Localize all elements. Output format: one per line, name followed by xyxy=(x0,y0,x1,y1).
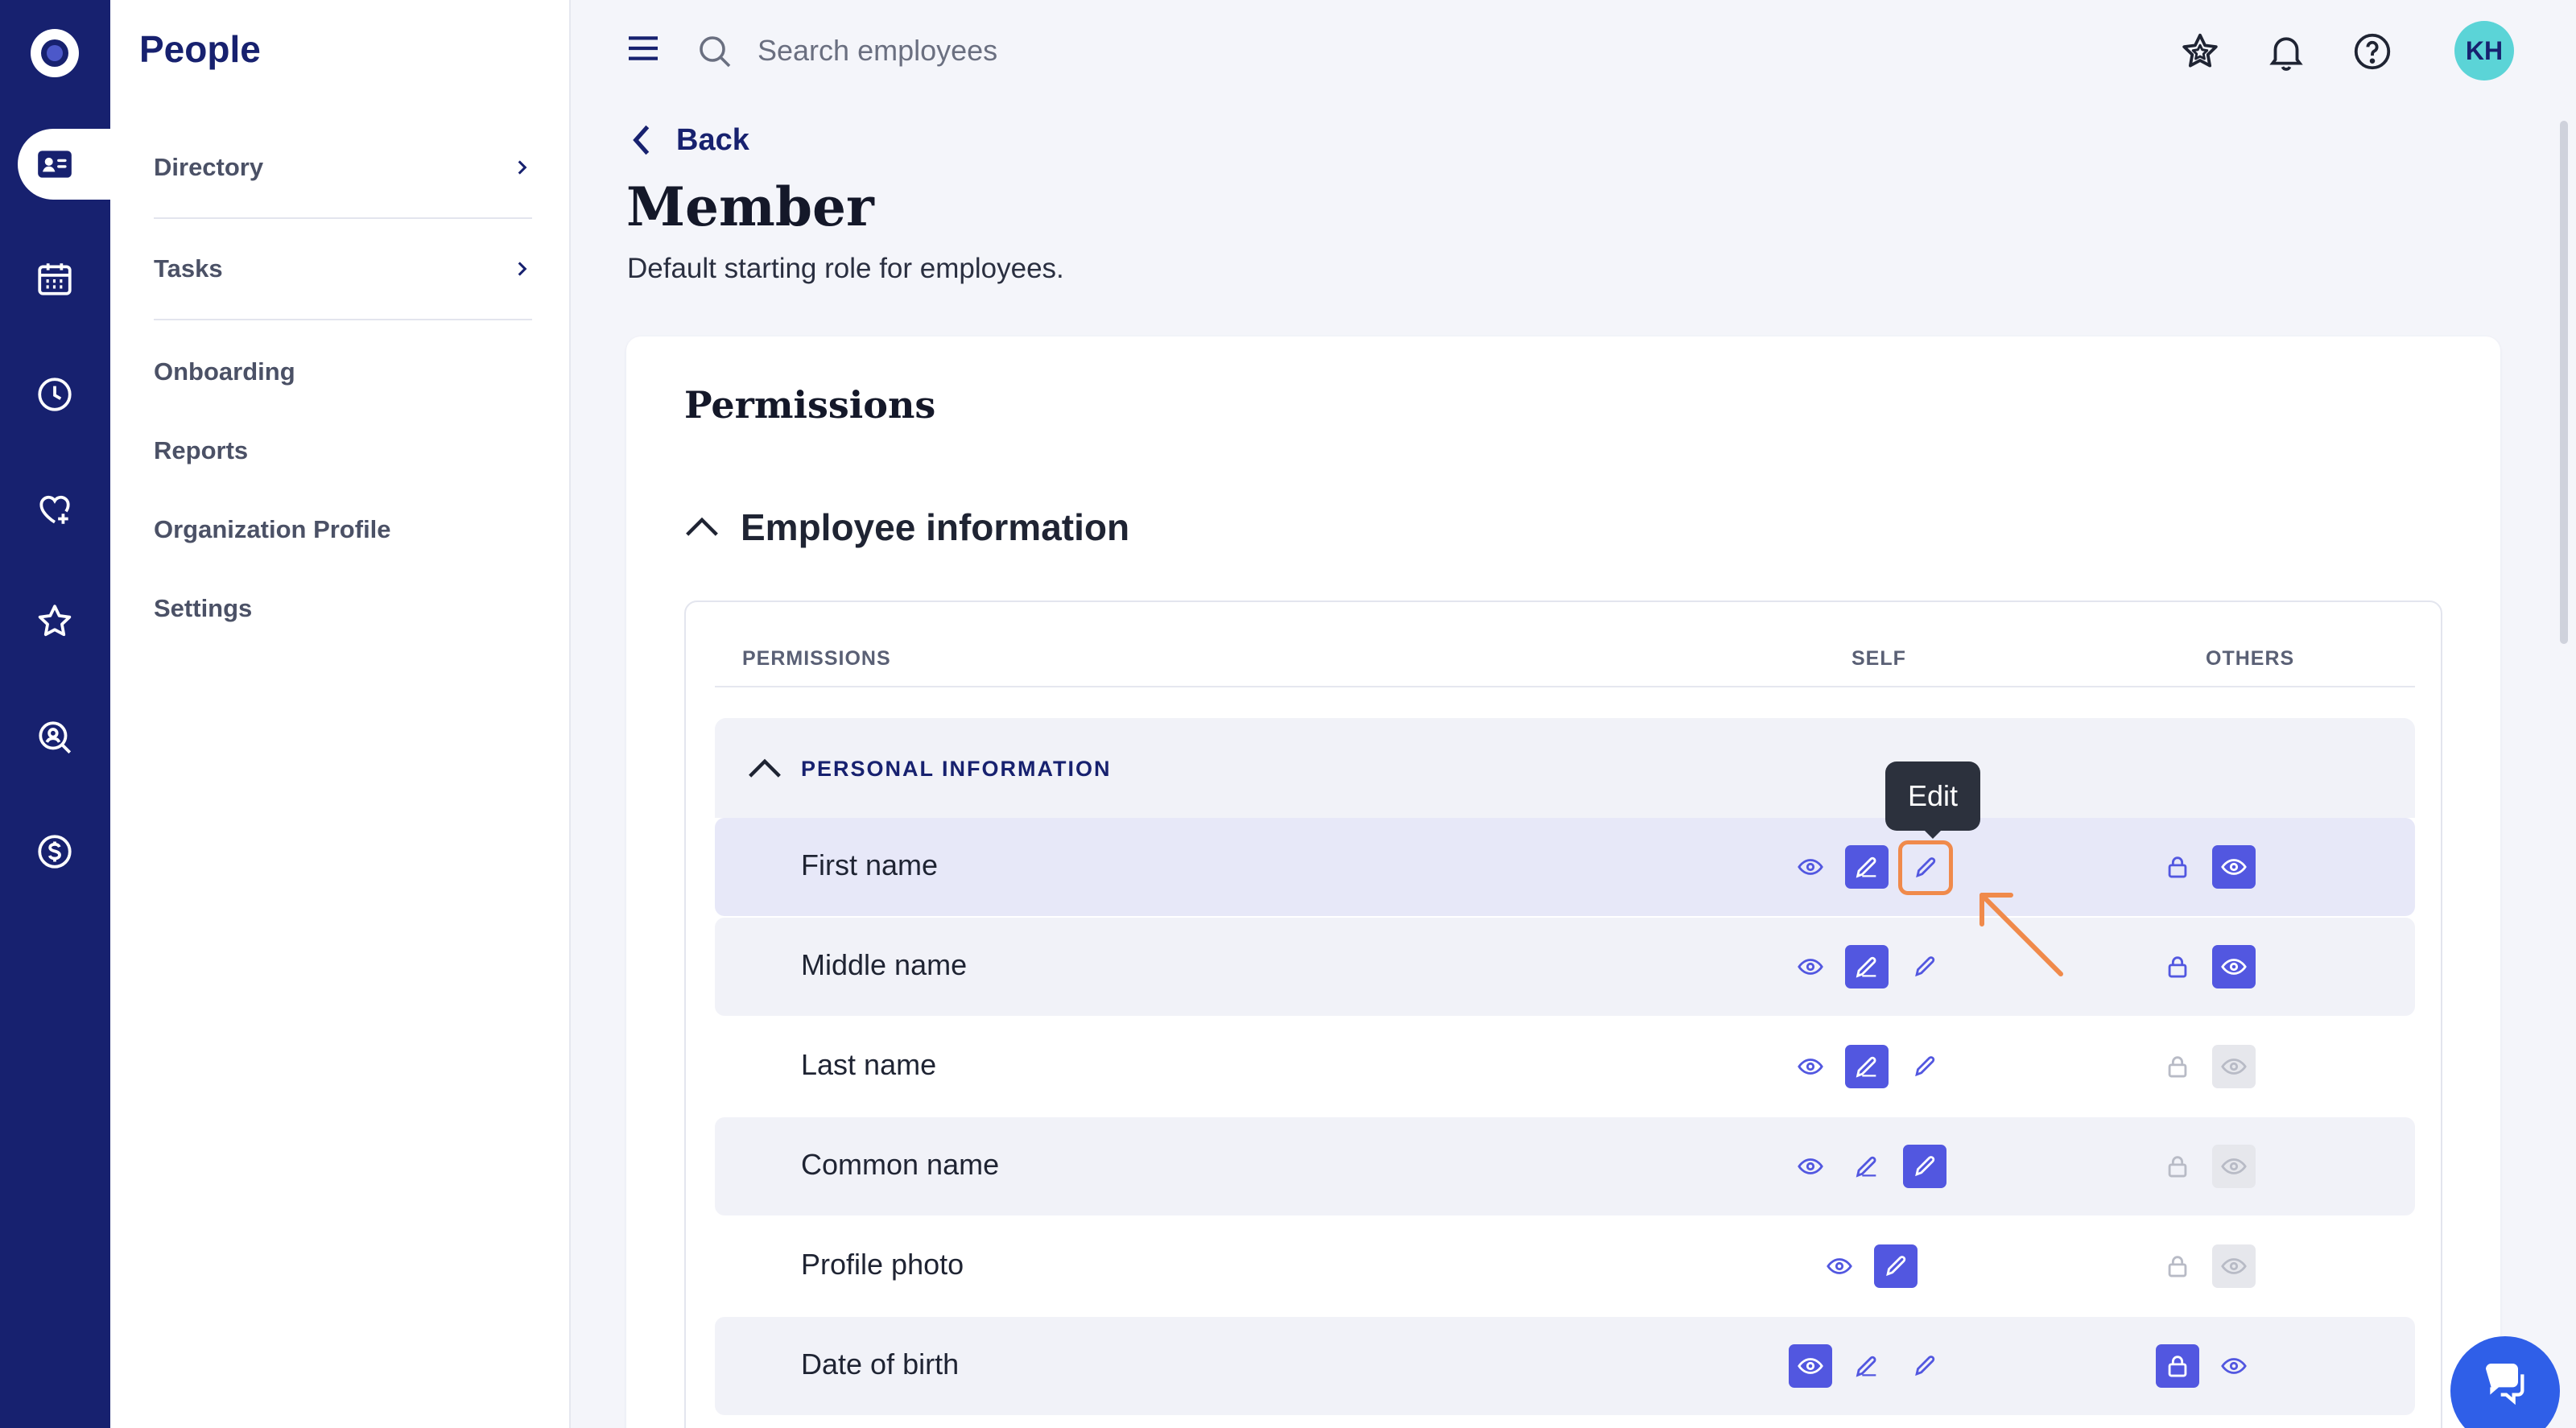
calendar-icon[interactable] xyxy=(31,254,79,303)
edit-tooltip: Edit xyxy=(1885,761,1980,839)
chevron-up-icon xyxy=(686,517,718,536)
row-label: Last name xyxy=(801,1048,937,1081)
permissions-table: PERMISSIONS SELF OTHERS PERSONAL INFORMA… xyxy=(684,601,2442,1428)
group-label: PERSONAL INFORMATION xyxy=(801,757,1112,781)
search-icon xyxy=(700,36,731,68)
row-label: Common name xyxy=(801,1148,1000,1181)
others-lock-icon xyxy=(2156,1244,2199,1288)
permissions-card: Permissions Employee information PERMISS… xyxy=(626,336,2500,1428)
self-edit-limited-pencil-icon[interactable] xyxy=(1845,945,1889,988)
others-view-eye-icon xyxy=(2212,1045,2256,1088)
sidebar-item-label: Organization Profile xyxy=(154,515,391,543)
star-icon[interactable] xyxy=(31,597,79,646)
sidebar-item-settings[interactable]: Settings xyxy=(154,580,532,637)
others-lock-icon xyxy=(2156,1145,2199,1188)
row-label: Date of birth xyxy=(801,1348,960,1381)
self-edit-pencil-icon[interactable] xyxy=(1874,1244,1918,1288)
self-edit-pencil-icon[interactable] xyxy=(1903,1045,1946,1088)
table-row: Profile photo xyxy=(715,1217,2415,1315)
logo-icon[interactable] xyxy=(31,29,79,77)
side-navigation: People Directory Tasks Onboarding Report… xyxy=(110,0,571,1428)
section-title: People xyxy=(139,28,261,70)
row-label: Profile photo xyxy=(801,1248,964,1281)
table-row: Common name xyxy=(715,1117,2415,1215)
sidebar-item-label: Directory xyxy=(154,153,264,181)
sidebar-item-tasks[interactable]: Tasks xyxy=(154,241,532,297)
others-view-eye-icon[interactable] xyxy=(2212,945,2256,988)
others-view-eye-icon[interactable] xyxy=(2212,845,2256,889)
self-edit-pencil-icon[interactable] xyxy=(1898,840,1953,895)
sidebar-item-label: Reports xyxy=(154,436,249,464)
header-divider xyxy=(715,686,2415,687)
sidebar-item-directory[interactable]: Directory xyxy=(154,139,532,196)
column-header-self: SELF xyxy=(1852,647,1906,670)
sidebar-item-label: Settings xyxy=(154,594,253,622)
section-title: Employee information xyxy=(741,506,1130,548)
others-lock-icon[interactable] xyxy=(2156,845,2199,889)
self-view-eye-icon[interactable] xyxy=(1789,1045,1832,1088)
others-view-eye-icon xyxy=(2212,1244,2256,1288)
others-view-eye-icon[interactable] xyxy=(2212,1344,2256,1388)
back-link[interactable]: Back xyxy=(628,118,749,163)
self-edit-limited-pencil-icon[interactable] xyxy=(1845,845,1889,889)
top-bar: KH xyxy=(571,0,2576,105)
self-view-eye-icon[interactable] xyxy=(1818,1244,1861,1288)
back-label: Back xyxy=(676,122,749,157)
chevron-up-icon xyxy=(749,758,781,778)
help-icon[interactable] xyxy=(2348,27,2396,76)
table-row: Middle name xyxy=(715,918,2415,1016)
others-lock-icon[interactable] xyxy=(2156,1344,2199,1388)
table-row: Date of birth xyxy=(715,1317,2415,1415)
self-edit-pencil-icon[interactable] xyxy=(1903,1145,1946,1188)
avatar[interactable]: KH xyxy=(2454,21,2514,80)
self-edit-pencil-icon[interactable] xyxy=(1903,945,1946,988)
card-title: Permissions xyxy=(684,383,936,427)
page-title: Member xyxy=(626,175,874,238)
self-view-eye-icon[interactable] xyxy=(1789,945,1832,988)
column-header-others: OTHERS xyxy=(2206,647,2295,670)
app-rail xyxy=(0,0,110,1428)
sidebar-item-label: Tasks xyxy=(154,254,223,283)
search-person-icon[interactable] xyxy=(31,713,79,761)
sidebar-item-reports[interactable]: Reports xyxy=(154,423,532,479)
row-label: First name xyxy=(801,848,939,881)
others-view-eye-icon xyxy=(2212,1145,2256,1188)
self-edit-limited-pencil-icon[interactable] xyxy=(1845,1045,1889,1088)
page-subtitle: Default starting role for employees. xyxy=(627,253,1064,284)
chat-icon xyxy=(2486,1364,2524,1405)
heart-plus-icon[interactable] xyxy=(31,485,79,533)
sidebar-item-label: Onboarding xyxy=(154,357,295,386)
self-view-eye-icon[interactable] xyxy=(1789,845,1832,889)
self-edit-limited-pencil-icon[interactable] xyxy=(1845,1145,1889,1188)
table-row: Last name xyxy=(715,1017,2415,1116)
group-toggle-personal-information[interactable]: PERSONAL INFORMATION xyxy=(715,718,2415,818)
divider xyxy=(154,217,532,219)
self-edit-limited-pencil-icon[interactable] xyxy=(1845,1344,1889,1388)
clock-icon[interactable] xyxy=(31,370,79,419)
row-label: Middle name xyxy=(801,948,968,981)
chevron-left-icon xyxy=(633,125,650,155)
sidebar-item-onboarding[interactable]: Onboarding xyxy=(154,344,532,400)
favorites-star-icon[interactable] xyxy=(2176,27,2224,76)
column-header-permissions: PERMISSIONS xyxy=(742,647,891,670)
chevron-right-icon xyxy=(518,160,527,175)
hamburger-menu-icon[interactable] xyxy=(625,34,661,63)
self-edit-pencil-icon[interactable] xyxy=(1903,1344,1946,1388)
search-input[interactable] xyxy=(758,26,1321,76)
self-view-eye-icon[interactable] xyxy=(1789,1344,1832,1388)
annotation-arrow-icon xyxy=(1979,893,2063,976)
table-row: First name xyxy=(715,818,2415,916)
divider xyxy=(154,319,532,320)
others-lock-icon xyxy=(2156,1045,2199,1088)
others-lock-icon[interactable] xyxy=(2156,945,2199,988)
self-view-eye-icon[interactable] xyxy=(1789,1145,1832,1188)
sidebar-item-organization-profile[interactable]: Organization Profile xyxy=(154,501,532,558)
dollar-icon[interactable] xyxy=(31,827,79,876)
people-card-icon[interactable] xyxy=(31,140,79,188)
bell-icon[interactable] xyxy=(2262,27,2310,76)
chevron-right-icon xyxy=(518,262,527,276)
scrollbar[interactable] xyxy=(2560,121,2568,644)
section-toggle-employee-information[interactable]: Employee information xyxy=(684,506,1129,549)
